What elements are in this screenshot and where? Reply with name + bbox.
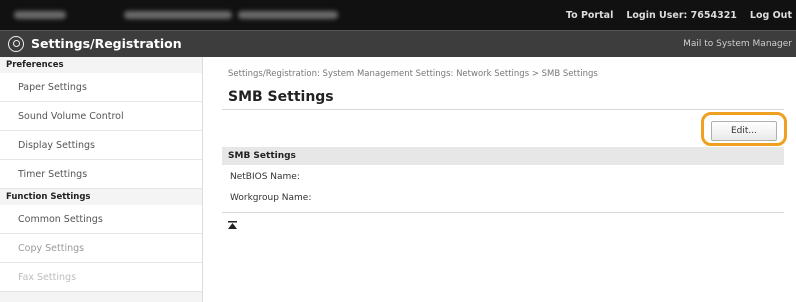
- sidebar-section-function-settings: Function Settings: [0, 189, 202, 205]
- sidebar: Preferences Paper Settings Sound Volume …: [0, 57, 203, 302]
- to-portal-link[interactable]: To Portal: [566, 10, 613, 21]
- back-to-top-icon[interactable]: [228, 221, 237, 229]
- blurred-device-name: [14, 11, 66, 19]
- topbar-links: To Portal Login User: 7654321 Log Out: [566, 0, 792, 30]
- sidebar-item-paper-settings[interactable]: Paper Settings: [0, 73, 202, 102]
- edit-button[interactable]: Edit...: [711, 121, 777, 141]
- page-title: SMB Settings: [228, 89, 334, 105]
- workgroup-name-label: Workgroup Name:: [230, 193, 312, 203]
- sidebar-item-display-settings[interactable]: Display Settings: [0, 131, 202, 160]
- edit-button-highlight: Edit...: [701, 112, 787, 146]
- blurred-device-info: [238, 11, 338, 19]
- blurred-device-address: [124, 11, 232, 19]
- mail-to-system-manager-link[interactable]: Mail to System Manager: [683, 31, 792, 57]
- login-user-label: Login User: 7654321: [626, 9, 737, 21]
- content-divider: [222, 212, 784, 213]
- sidebar-section-preferences: Preferences: [0, 57, 202, 73]
- log-out-link[interactable]: Log Out: [750, 10, 792, 21]
- sidebar-item-sound-volume-control[interactable]: Sound Volume Control: [0, 102, 202, 131]
- smb-settings-section-header: SMB Settings: [222, 147, 784, 165]
- main-content: Settings/Registration: System Management…: [204, 57, 796, 302]
- netbios-name-label: NetBIOS Name:: [230, 172, 300, 182]
- sidebar-item-copy-settings[interactable]: Copy Settings: [0, 234, 202, 263]
- title-divider: [222, 109, 784, 110]
- top-bar: To Portal Login User: 7654321 Log Out: [0, 0, 796, 30]
- title-bar: Settings/Registration Mail to System Man…: [0, 30, 796, 57]
- sidebar-item-timer-settings[interactable]: Timer Settings: [0, 160, 202, 189]
- breadcrumb: Settings/Registration: System Management…: [228, 69, 598, 79]
- sidebar-item-fax-settings[interactable]: Fax Settings: [0, 263, 202, 292]
- sidebar-item-common-settings[interactable]: Common Settings: [0, 205, 202, 234]
- settings-registration-icon: [8, 36, 24, 52]
- app-title: Settings/Registration: [31, 36, 182, 51]
